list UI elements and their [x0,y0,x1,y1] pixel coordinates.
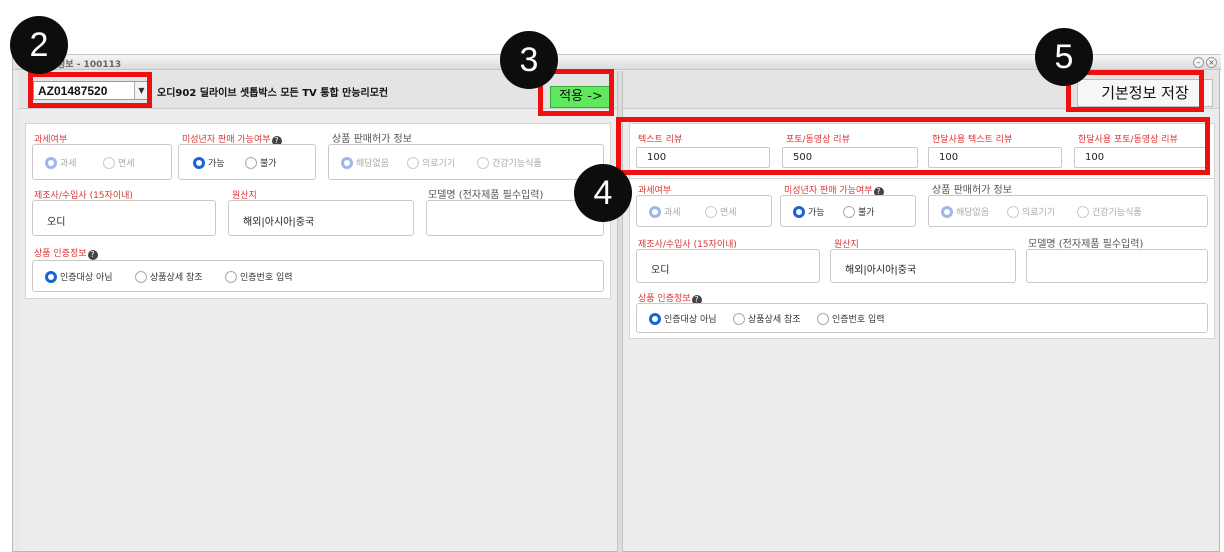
permit-label: 상품 판매허가 정보 [932,185,1012,196]
tax-group: 과세 면세 [32,144,172,180]
tax-option-taxable[interactable]: 과세 [45,156,77,169]
minor-option-allowed[interactable]: 가능 [193,156,225,169]
minor-option-forbidden[interactable]: 불가 [245,156,277,169]
left-pane: AZ01487520 ▼ 오디902 딜라이브 셋톱박스 모든 TV 통합 만능… [19,71,617,551]
model-label: 모델명 (전자제품 필수입력) [428,190,544,201]
model-input[interactable] [1026,249,1208,283]
cert-option-none[interactable]: 인증대상 아님 [45,270,113,283]
maker-input[interactable]: 오디 [32,200,216,236]
highlight-product-code [28,72,152,108]
origin-input[interactable]: 해외|아시아|중국 [830,249,1016,283]
permit-group: 해당없음 의료기기 건강기능식품 [928,195,1208,227]
origin-value: 해외|아시아|중국 [845,265,917,276]
step-badge-4: 4 [574,164,632,222]
minor-option-forbidden[interactable]: 불가 [843,205,875,218]
highlight-save-button [1066,70,1204,112]
step-badge-2: 2 [10,16,68,74]
permit-option-none[interactable]: 해당없음 [941,205,989,218]
tax-option-exempt[interactable]: 면세 [103,156,135,169]
cert-label: 상품 인증정보? [34,246,98,260]
tax-option-exempt[interactable]: 면세 [705,205,737,218]
permit-option-medical[interactable]: 의료기기 [1007,205,1055,218]
tax-group: 과세 면세 [636,195,772,227]
cert-option-detail[interactable]: 상품상세 참조 [733,312,801,325]
permit-group: 해당없음 의료기기 건강기능식품 [328,144,604,180]
permit-option-medical[interactable]: 의료기기 [407,156,455,169]
permit-option-health[interactable]: 건강기능식품 [477,156,542,169]
origin-input[interactable]: 해외|아시아|중국 [228,200,414,236]
minor-sale-group: 가능 불가 [178,144,316,180]
left-form-card: 과세여부 과세 면세 미성년자 판매 가능여부? 가능 불가 상품 판매허가 정… [25,123,611,299]
product-name: 오디902 딜라이브 셋톱박스 모든 TV 통합 만능리모컨 [157,88,389,99]
right-form-card: 과세여부 과세 면세 미성년자 판매 가능여부? 가능 불가 상품 판매허가 정… [629,179,1215,339]
cert-option-detail[interactable]: 상품상세 참조 [135,270,203,283]
minimize-icon[interactable]: – [1193,57,1204,68]
highlight-review-fields [616,117,1210,175]
cert-option-number[interactable]: 인증번호 입력 [817,312,885,325]
maker-value: 오디 [47,217,66,228]
maker-value: 오디 [651,265,670,276]
tax-option-taxable[interactable]: 과세 [649,205,681,218]
cert-group: 인증대상 아님 상품상세 참조 인증번호 입력 [636,303,1208,333]
step-badge-5: 5 [1035,28,1093,86]
minor-sale-group: 가능 불가 [780,195,916,227]
permit-label: 상품 판매허가 정보 [332,134,412,145]
permit-option-none[interactable]: 해당없음 [341,156,389,169]
step-badge-3: 3 [500,31,558,89]
cert-group: 인증대상 아님 상품상세 참조 인증번호 입력 [32,260,604,292]
help-icon[interactable]: ? [87,250,98,260]
minor-option-allowed[interactable]: 가능 [793,205,825,218]
window-title: 정보 - 100113 [57,60,122,70]
permit-option-health[interactable]: 건강기능식품 [1077,205,1142,218]
cert-option-number[interactable]: 인증번호 입력 [225,270,293,283]
model-label: 모델명 (전자제품 필수입력) [1028,239,1144,250]
cert-option-none[interactable]: 인증대상 아님 [649,312,717,325]
maker-input[interactable]: 오디 [636,249,820,283]
close-icon[interactable]: × [1206,57,1217,68]
origin-value: 해외|아시아|중국 [243,217,315,228]
